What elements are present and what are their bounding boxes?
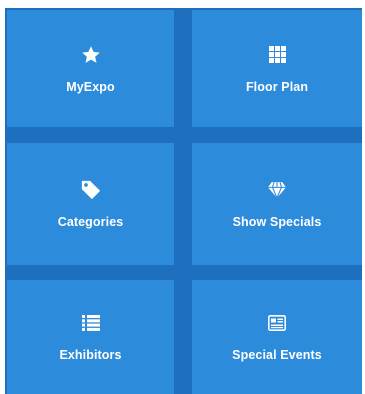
show-specials-button[interactable]: Show Specials: [192, 143, 362, 265]
exhibitors-label: Exhibitors: [59, 348, 122, 362]
newspaper-icon: [268, 312, 286, 334]
myexpo-label: MyExpo: [66, 79, 115, 94]
special-events-label: Special Events: [232, 348, 322, 362]
tag-icon: [80, 179, 102, 201]
floor-plan-label: Floor Plan: [245, 79, 309, 94]
special-events-button[interactable]: Special Events: [192, 280, 362, 394]
diamond-icon: [268, 179, 286, 201]
categories-button[interactable]: Categories: [7, 143, 174, 265]
menu-grid: MyExpo Floor Plan Categories Show Specia…: [5, 8, 362, 394]
star-icon: [81, 44, 101, 66]
myexpo-button[interactable]: MyExpo: [7, 10, 174, 127]
floor-plan-button[interactable]: Floor Plan: [192, 10, 362, 127]
grid-icon: [268, 44, 286, 66]
show-specials-label: Show Specials: [232, 215, 322, 229]
exhibitors-button[interactable]: Exhibitors: [7, 280, 174, 394]
list-icon: [81, 312, 100, 334]
categories-label: Categories: [57, 215, 124, 229]
